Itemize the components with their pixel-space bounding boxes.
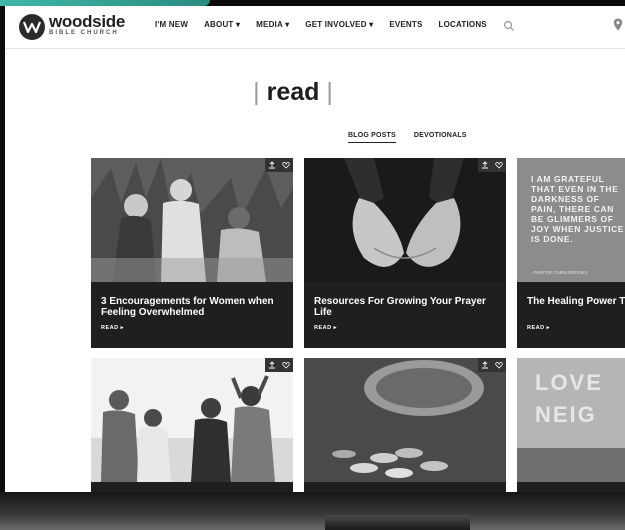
nav-locations[interactable]: LOCATIONS [439,20,487,29]
logo-subtitle: BIBLE CHURCH [49,30,119,36]
main-nav: I'M NEW ABOUT ▾ MEDIA ▾ GET INVOLVED ▾ E… [155,20,487,29]
post-title[interactable]: The Healing Power The Longing for Et [527,296,625,307]
post-image-coin-jar [304,358,506,482]
card-actions [478,158,506,172]
card-actions [478,358,506,372]
heart-icon[interactable] [495,358,503,374]
browser-viewport: woodside BIBLE CHURCH I'M NEW ABOUT ▾ ME… [5,6,625,492]
search-icon[interactable] [503,19,515,37]
post-card[interactable]: I AM GRATEFUL THAT EVEN IN THE DARKNESS … [517,158,625,348]
nav-media[interactable]: MEDIA ▾ [256,20,289,29]
heart-icon[interactable] [282,158,290,174]
post-card[interactable] [304,358,506,492]
read-link[interactable]: READ ▸ [314,325,337,331]
logo-icon[interactable] [19,14,45,40]
page-title-text: read [266,78,320,106]
site-header: woodside BIBLE CHURCH I'M NEW ABOUT ▾ ME… [5,6,625,49]
sign-text-line2: NEIG [535,402,597,427]
heart-icon[interactable] [282,358,290,374]
monitor-bezel-bottom [0,492,625,530]
share-icon[interactable] [268,158,276,174]
tab-devotionals[interactable]: DEVOTIONALS [414,132,467,143]
card-actions [265,158,293,172]
post-card[interactable]: 3 Encouragements for Women when Feeling … [91,158,293,348]
page-title: | read | [5,78,581,107]
location-pin-icon[interactable] [613,18,623,36]
nav-about[interactable]: ABOUT ▾ [204,20,240,29]
post-image-hands [304,158,506,282]
post-title[interactable]: Resources For Growing Your Prayer Life [314,296,504,318]
title-divider-right: | [326,78,333,106]
post-title[interactable]: 3 Encouragements for Women when Feeling … [101,296,291,318]
share-icon[interactable] [481,158,489,174]
tab-blog-posts[interactable]: BLOG POSTS [348,132,396,143]
monitor-stand [325,515,470,530]
post-card[interactable]: LOVE NEIG [517,358,625,492]
post-card[interactable]: Resources For Growing Your Prayer Life R… [304,158,506,348]
read-link[interactable]: READ ▸ [527,325,550,331]
post-image-love-sign: LOVE NEIG [517,358,625,482]
heart-icon[interactable] [495,158,503,174]
nav-events[interactable]: EVENTS [389,20,422,29]
post-image-friends [91,358,293,482]
content-tabs: BLOG POSTS DEVOTIONALS [348,132,467,143]
logo-wordmark[interactable]: woodside [49,12,125,32]
post-image-quote: I AM GRATEFUL THAT EVEN IN THE DARKNESS … [517,158,625,282]
read-link[interactable]: READ ▸ [101,325,124,331]
share-icon[interactable] [268,358,276,374]
share-icon[interactable] [481,358,489,374]
nav-get-involved[interactable]: GET INVOLVED ▾ [305,20,373,29]
quote-author: - PASTOR CHRIS BROOKS [531,270,588,275]
post-image-women [91,158,293,282]
quote-text: I AM GRATEFUL THAT EVEN IN THE DARKNESS … [531,174,625,244]
nav-im-new[interactable]: I'M NEW [155,20,188,29]
sign-text-line1: LOVE [535,370,603,395]
title-divider-left: | [253,78,260,106]
card-actions [265,358,293,372]
post-card[interactable] [91,358,293,492]
